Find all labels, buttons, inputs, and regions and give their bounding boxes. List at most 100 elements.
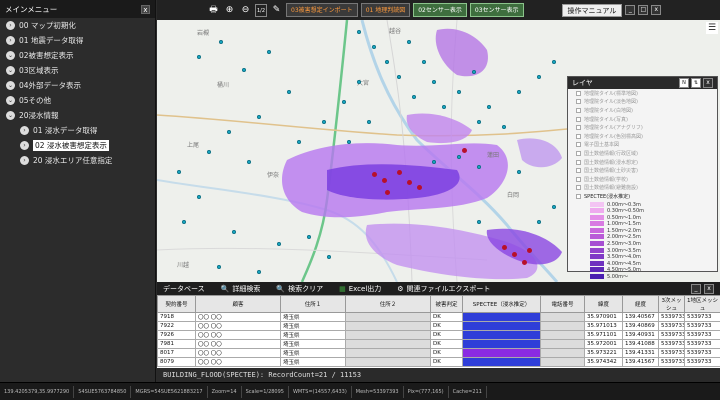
column-header[interactable]: 1地区メッシュ: [684, 295, 720, 313]
sensor-marker[interactable]: [287, 90, 291, 94]
sensor-marker[interactable]: [227, 130, 231, 134]
sensor-marker[interactable]: [472, 70, 476, 74]
panel-close-button[interactable]: x: [704, 283, 714, 294]
flood-building-marker[interactable]: [372, 172, 377, 177]
sensor-marker[interactable]: [477, 120, 481, 124]
column-header[interactable]: 経度: [622, 295, 659, 313]
sensor-marker[interactable]: [552, 205, 556, 209]
table-row[interactable]: 7981 〇〇 〇〇 埼玉県 DK 35.972001 139.41088 5339733 5…: [157, 339, 720, 349]
menu-item[interactable]: ⌄ 03区域表示: [0, 63, 155, 78]
sensor-marker[interactable]: [397, 75, 401, 79]
sensor-marker[interactable]: [477, 165, 481, 169]
layer-item[interactable]: 国土数値情報(浸水想定): [568, 158, 717, 167]
sensor-marker[interactable]: [477, 220, 481, 224]
menu-item[interactable]: ⌄ 20浸水情報: [0, 108, 155, 123]
layer-item[interactable]: 地理院タイル(淡色地図): [568, 98, 717, 107]
sensor-marker[interactable]: [357, 80, 361, 84]
submenu-item[interactable]: › 01 浸水データ取得: [0, 123, 155, 138]
sensor-marker[interactable]: [177, 170, 181, 174]
geo-map-button[interactable]: 01 地理判読図: [360, 3, 411, 17]
layer-checkbox[interactable]: [576, 193, 581, 199]
sensor-marker[interactable]: [537, 220, 541, 224]
menu-item[interactable]: ⌄ 02被害想定表示: [0, 48, 155, 63]
table-row[interactable]: 8017 〇〇 〇〇 埼玉県 DK 35.973221 139.41331 5339733 5…: [157, 348, 720, 358]
sensor-marker[interactable]: [422, 60, 426, 64]
sensor-marker[interactable]: [342, 100, 346, 104]
minimize-button[interactable]: _: [625, 5, 636, 15]
zoom-level-select[interactable]: 1/2: [255, 3, 268, 17]
sensor-marker[interactable]: [357, 30, 361, 34]
layer-checkbox[interactable]: [576, 176, 581, 182]
manual-button[interactable]: 操作マニュアル: [561, 3, 623, 17]
menu-item[interactable]: ⌄ 04外部データ表示: [0, 78, 155, 93]
sensor-marker[interactable]: [442, 105, 446, 109]
table-row[interactable]: 7922 〇〇 〇〇 埼玉県 DK 35.971013 139.40869 5339733 5…: [157, 321, 720, 331]
file-export-button[interactable]: ⚙ 関連ファイルエクスポート: [397, 284, 490, 294]
sensor-marker[interactable]: [502, 125, 506, 129]
menu-item[interactable]: ⌄ 05その他: [0, 93, 155, 108]
layer-item[interactable]: 国土数値情報(避難施設): [568, 184, 717, 193]
column-header[interactable]: 顧客: [195, 295, 281, 313]
flood-building-marker[interactable]: [502, 245, 507, 250]
sensor-marker[interactable]: [197, 195, 201, 199]
sensor-marker[interactable]: [457, 90, 461, 94]
import-button[interactable]: 03被害想定インポート: [286, 3, 358, 17]
flood-building-marker[interactable]: [512, 252, 517, 257]
flood-building-marker[interactable]: [522, 260, 527, 265]
column-header[interactable]: 住所１: [280, 295, 346, 313]
layer-item[interactable]: 地理院タイル(標準地図): [568, 89, 717, 98]
sensor-marker[interactable]: [182, 220, 186, 224]
sensor-button-1[interactable]: 02センサー表示: [413, 3, 467, 17]
flood-building-marker[interactable]: [385, 190, 390, 195]
layer-checkbox[interactable]: [576, 107, 581, 113]
sensor-marker[interactable]: [197, 55, 201, 59]
submenu-item[interactable]: › 20 浸水エリア任意指定: [0, 153, 155, 168]
sensor-marker[interactable]: [217, 265, 221, 269]
layer-item[interactable]: 国土数値情報(学校): [568, 175, 717, 184]
sensor-marker[interactable]: [322, 120, 326, 124]
layer-checkbox[interactable]: [576, 185, 581, 191]
layer-item[interactable]: SPECTEE(浸水推定): [568, 192, 717, 201]
sensor-marker[interactable]: [487, 105, 491, 109]
sensor-marker[interactable]: [347, 140, 351, 144]
sensor-marker[interactable]: [277, 242, 281, 246]
panel-minimize-button[interactable]: _: [691, 283, 701, 294]
layer-checkbox[interactable]: [576, 116, 581, 122]
column-header[interactable]: 緯度: [584, 295, 623, 313]
layer-item[interactable]: 地理院タイル(白地図): [568, 106, 717, 115]
column-header[interactable]: 電話番号: [540, 295, 585, 313]
sensor-marker[interactable]: [517, 170, 521, 174]
flood-building-marker[interactable]: [407, 180, 412, 185]
zoom-out-icon[interactable]: ⊖: [239, 4, 252, 17]
sensor-marker[interactable]: [219, 40, 223, 44]
menu-item[interactable]: › 00 マップ初期化: [0, 18, 155, 33]
sensor-marker[interactable]: [517, 90, 521, 94]
list-icon[interactable]: ☰: [706, 22, 718, 34]
layer-checkbox[interactable]: [576, 90, 581, 96]
sensor-marker[interactable]: [232, 230, 236, 234]
zoom-in-icon[interactable]: ⊕: [223, 4, 236, 17]
excel-export-button[interactable]: ▦ Excel出力: [339, 284, 381, 294]
layer-checkbox[interactable]: [576, 133, 581, 139]
submenu-item[interactable]: › 02 浸水被害想定表示: [0, 138, 155, 153]
layer-item[interactable]: 国土数値情報(行政区域): [568, 149, 717, 158]
layer-item[interactable]: 地理院タイル(アナグリフ): [568, 123, 717, 132]
sensor-marker[interactable]: [432, 160, 436, 164]
layer-item[interactable]: 地理院タイル(写真): [568, 115, 717, 124]
sensor-marker[interactable]: [552, 60, 556, 64]
close-button[interactable]: x: [651, 5, 662, 15]
detail-search-button[interactable]: 🔍 詳細検索: [221, 284, 261, 294]
sensor-marker[interactable]: [247, 160, 251, 164]
print-icon[interactable]: 🖶: [207, 4, 220, 17]
pen-icon[interactable]: ✎: [270, 4, 283, 17]
layer-checkbox[interactable]: [576, 159, 581, 165]
sensor-marker[interactable]: [297, 140, 301, 144]
flood-building-marker[interactable]: [462, 148, 467, 153]
flood-building-marker[interactable]: [397, 170, 402, 175]
layer-settings-icon[interactable]: ⇅: [691, 78, 701, 88]
sensor-marker[interactable]: [242, 68, 246, 72]
layer-item[interactable]: 電子国土基本図: [568, 141, 717, 150]
sensor-marker[interactable]: [257, 270, 261, 274]
sidebar-close-button[interactable]: x: [141, 4, 150, 14]
search-clear-button[interactable]: 🔍 検索クリア: [276, 284, 323, 294]
